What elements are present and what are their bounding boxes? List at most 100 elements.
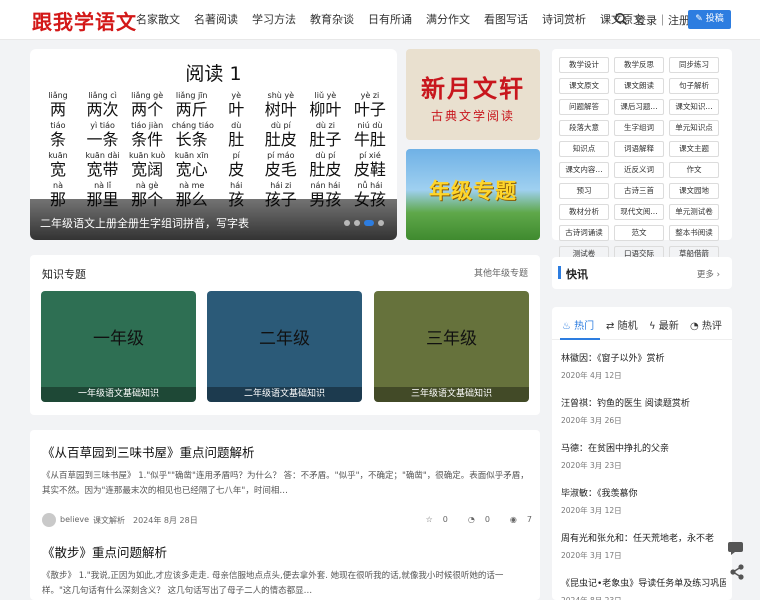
like-count[interactable]: ☆ 0 [416, 515, 448, 524]
category-tag[interactable]: 知识点 [559, 141, 609, 157]
slider-dot[interactable] [344, 220, 350, 226]
hanzi-text: 树叶 [264, 100, 297, 119]
bolt-icon: ϟ [649, 321, 656, 332]
slider-dot[interactable] [378, 220, 384, 226]
hot-post-item[interactable]: 周有光和张允和：任天荒地老，永不老 2020年 3月 17日 [561, 531, 726, 561]
hot-post-title[interactable]: 毕淑敏：《我羡慕你 [561, 486, 726, 499]
site-logo[interactable]: 跟我学语文 [32, 6, 137, 35]
category-tag[interactable]: 现代文阅... [614, 204, 664, 220]
chat-icon[interactable] [727, 538, 747, 558]
hanzi-text: 宽带 [86, 160, 119, 179]
hot-post-item[interactable]: 毕淑敏：《我羡慕你 2020年 3月 12日 [561, 486, 726, 516]
category-tag[interactable]: 范文 [614, 225, 664, 241]
hot-post-title[interactable]: 林徽因：《窗子以外》赏析 [561, 351, 726, 364]
category-tag[interactable]: 课文内容... [559, 162, 609, 178]
category-tag[interactable]: 问题解答 [559, 99, 609, 115]
category-tag[interactable]: 课文原文 [559, 78, 609, 94]
share-icon[interactable] [727, 562, 747, 582]
category-tag-grid: 教学设计 教学反思 同步练习课文原文 课文朗读 句子解析问题解答 课后习题... 课文知识.… [559, 57, 725, 262]
tab-hot[interactable]: ♨ 热门 [562, 317, 594, 332]
pinyin-word: shù yè 树叶 [261, 91, 301, 121]
category-tag[interactable]: 课文园地 [669, 183, 719, 199]
nav-item[interactable]: 名家散文 [136, 0, 180, 40]
nav-item[interactable]: 看图写话 [484, 0, 528, 40]
hot-post-title[interactable]: 《昆虫记•老象虫》导读任务单及练习巩固 [561, 576, 726, 589]
topic-card-grade1[interactable]: 一年级 一年级语文基础知识 [41, 291, 196, 402]
eye-icon: ◉ [509, 515, 517, 524]
category-tag[interactable]: 预习 [559, 183, 609, 199]
nav-item[interactable]: 学习方法 [252, 0, 296, 40]
hero-slider[interactable]: 阅读 1 liǎng 两 liǎng cì 两次 liǎng gè 两个 liǎng jīn… [30, 49, 397, 240]
category-tag[interactable]: 教学设计 [559, 57, 609, 73]
hanzi-text: 宽阔 [131, 160, 164, 179]
section-title: 快讯 [566, 268, 588, 281]
shuffle-icon: ⇄ [606, 321, 615, 332]
promo-xinyue-banner[interactable]: 新月文轩 古典文学阅读 [406, 49, 540, 140]
search-icon[interactable] [614, 12, 628, 26]
promo-grade-topics-banner[interactable]: 年级专题 [406, 149, 540, 240]
hot-post-title[interactable]: 周有光和张允和：任天荒地老，永不老 [561, 531, 726, 544]
hot-post-title[interactable]: 马德：在贫困中挣扎的父亲 [561, 441, 726, 454]
avatar[interactable] [42, 513, 56, 527]
pinyin-word: liǎng 两 [38, 91, 78, 121]
hanzi-text: 宽 [49, 160, 66, 179]
section-title: 知识专题 [42, 268, 86, 281]
category-tag[interactable]: 单元知识点 [669, 120, 719, 136]
category-tag[interactable]: 生字组词 [614, 120, 664, 136]
pinyin-word: yè 叶 [216, 91, 256, 121]
category-tag[interactable]: 课文主题 [669, 141, 719, 157]
category-tag[interactable]: 段落大意 [559, 120, 609, 136]
hanzi-text: 宽心 [175, 160, 208, 179]
nav-item[interactable]: 满分作文 [426, 0, 470, 40]
submit-post-button[interactable]: ✎ 投稿 [688, 10, 731, 29]
category-tag[interactable]: 课文朗读 [614, 78, 664, 94]
other-grade-topics-link[interactable]: 其他年级专题 [474, 266, 528, 279]
topic-card-grade2[interactable]: 二年级 二年级语文基础知识 [207, 291, 362, 402]
category-tag[interactable]: 近反义词 [614, 162, 664, 178]
tab-latest[interactable]: ϟ 最新 [649, 317, 679, 332]
category-tag[interactable]: 古诗词诵读 [559, 225, 609, 241]
pinyin-word: yì tiáo 一条 [83, 121, 123, 151]
article-category[interactable]: 课文解析 [93, 515, 125, 526]
pinyin-word: dù pí 肚皮 [305, 151, 345, 181]
pinyin-text: kuān xīn [174, 151, 209, 160]
nav-item[interactable]: 名著阅读 [194, 0, 238, 40]
hot-post-item[interactable]: 汪曾祺：钓鱼的医生 阅读题赏析 2020年 3月 26日 [561, 396, 726, 426]
hot-post-item[interactable]: 马德：在贫困中挣扎的父亲 2020年 3月 23日 [561, 441, 726, 471]
nav-item[interactable]: 日有所诵 [368, 0, 412, 40]
pinyin-text: nán hái [310, 181, 341, 190]
topic-card-grade3[interactable]: 三年级 三年级语文基础知识 [374, 291, 529, 402]
category-tag[interactable]: 词语解释 [614, 141, 664, 157]
category-tag[interactable]: 同步练习 [669, 57, 719, 73]
slider-dot[interactable] [364, 220, 374, 226]
pinyin-text: pí xié [359, 151, 381, 160]
tab-hot-comments[interactable]: ◔ 热评 [690, 317, 722, 332]
more-link[interactable]: 更多 › [697, 268, 720, 280]
pinyin-text: nà lǐ [94, 181, 112, 190]
tab-random[interactable]: ⇄ 随机 [606, 317, 638, 332]
category-tag[interactable]: 整本书阅读 [669, 225, 719, 241]
comment-count[interactable]: ◔ 0 [458, 515, 490, 524]
category-tag[interactable]: 句子解析 [669, 78, 719, 94]
pinyin-text: niú dù [357, 121, 383, 130]
category-tag[interactable]: 课后习题... [614, 99, 664, 115]
category-tag[interactable]: 教材分析 [559, 204, 609, 220]
comment-icon: ◔ [467, 515, 475, 524]
category-tag[interactable]: 课文知识... [669, 99, 719, 115]
article-author[interactable]: believe [60, 515, 89, 524]
nav-item[interactable]: 诗词赏析 [542, 0, 586, 40]
hot-post-item[interactable]: 林徽因：《窗子以外》赏析 2020年 4月 12日 [561, 351, 726, 381]
login-register-link[interactable]: 登录｜注册 [635, 12, 690, 28]
slider-dot[interactable] [354, 220, 360, 226]
category-tag[interactable]: 作文 [669, 162, 719, 178]
article-title[interactable]: 《从百草园到三味书屋》重点问题解析 [42, 442, 532, 461]
article-title[interactable]: 《散步》重点问题解析 [42, 542, 532, 561]
hot-post-item[interactable]: 《昆虫记•老象虫》导读任务单及练习巩固 2024年 8月 23日 [561, 576, 726, 600]
category-tag[interactable]: 单元测试卷 [669, 204, 719, 220]
category-tag[interactable]: 教学反思 [614, 57, 664, 73]
slide-caption[interactable]: 二年级语文上册全册生字组词拼音，写字表 [40, 215, 249, 231]
nav-item[interactable]: 教育杂谈 [310, 0, 354, 40]
category-tag[interactable]: 古诗三首 [614, 183, 664, 199]
pinyin-text: dù [231, 121, 242, 130]
hot-post-title[interactable]: 汪曾祺：钓鱼的医生 阅读题赏析 [561, 396, 726, 409]
